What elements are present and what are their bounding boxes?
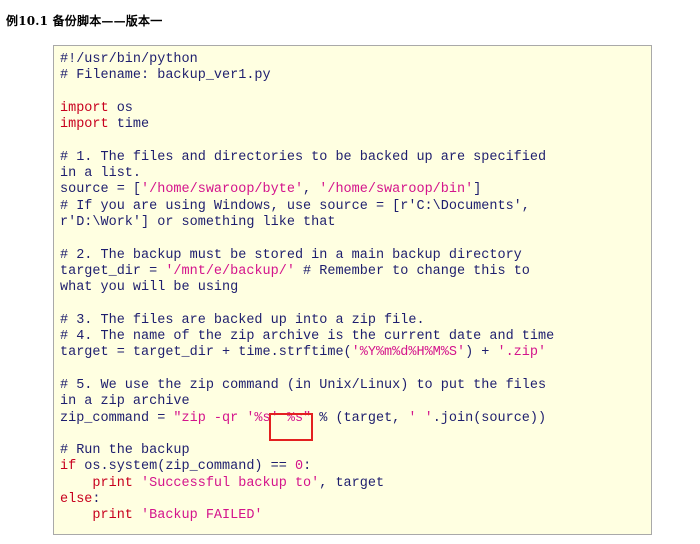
code-token: 'Backup FAILED'	[141, 508, 263, 524]
code-token: # If you are using Windows, use source =…	[60, 198, 530, 214]
code-token: ]	[473, 182, 482, 198]
code-block: #!/usr/bin/python # Filename: backup_ver1…	[53, 45, 652, 535]
code-line: in a zip archive	[60, 394, 554, 410]
code-token: os	[108, 100, 133, 116]
code-token: % (target,	[311, 410, 409, 426]
highlight-box	[269, 413, 313, 441]
code-line: target_dir = '/mnt/e/backup/' # Remember…	[60, 264, 554, 280]
code-line: print 'Backup FAILED'	[60, 508, 554, 524]
code-token: '/home/swaroop/bin'	[319, 182, 474, 198]
code-line: # 1. The files and directories to be bac…	[60, 150, 554, 166]
code-token: in a zip archive	[60, 394, 190, 410]
code-token: :	[303, 459, 312, 475]
code-line: if os.system(zip_command) == 0:	[60, 459, 554, 475]
code-listing: #!/usr/bin/python # Filename: backup_ver1…	[60, 52, 554, 525]
code-token: if	[60, 459, 77, 475]
code-line: import time	[60, 117, 554, 133]
code-line: # 2. The backup must be stored in a main…	[60, 248, 554, 264]
code-token: '/home/swaroop/byte'	[141, 182, 304, 198]
code-token: ' '	[408, 410, 433, 426]
code-line: # Run the backup	[60, 443, 554, 459]
code-token: print	[60, 475, 142, 491]
code-token: import	[60, 117, 109, 133]
code-token: target = target_dir + time.strftime(	[60, 345, 352, 361]
code-token: print	[60, 508, 142, 524]
code-token: # 2. The backup must be stored in a main…	[60, 247, 522, 263]
code-line: #!/usr/bin/python	[60, 52, 554, 68]
code-token: , target	[319, 475, 385, 491]
code-token: time	[108, 117, 150, 133]
code-line: what you will be using	[60, 280, 554, 296]
code-token: import	[60, 100, 109, 116]
code-token: # Remember to change this to	[294, 263, 530, 279]
code-line: else:	[60, 492, 554, 508]
code-line: # 4. The name of the zip archive is the …	[60, 329, 554, 345]
code-token: '/mnt/e/backup/'	[165, 263, 295, 279]
code-token: :	[92, 492, 101, 508]
code-token: what you will be using	[60, 280, 239, 296]
code-token: zip_command =	[60, 410, 174, 426]
code-token: '%Y%m%d%H%M%S'	[351, 345, 466, 361]
code-token: 'Successful backup to'	[141, 475, 320, 491]
code-token: # Filename: backup_ver1.py	[60, 68, 271, 84]
code-token: # 1. The files and directories to be bac…	[60, 149, 547, 165]
code-token: 0	[294, 459, 304, 475]
code-line: # 3. The files are backed up into a zip …	[60, 313, 554, 329]
code-token: #!/usr/bin/python	[60, 52, 198, 67]
code-token: '.zip'	[497, 345, 547, 361]
code-token: ) +	[465, 345, 498, 361]
code-token: # 3. The files are backed up into a zip …	[60, 312, 425, 328]
code-token: target_dir =	[60, 263, 166, 279]
code-token: source = [	[60, 182, 142, 198]
code-line: # 5. We use the zip command (in Unix/Lin…	[60, 378, 554, 394]
example-title: 例10.1 备份脚本——版本一	[6, 14, 163, 28]
code-token: # 4. The name of the zip archive is the …	[60, 329, 555, 345]
code-line: in a list.	[60, 166, 554, 182]
code-line: r'D:\Work'] or something like that	[60, 215, 554, 231]
code-line: # If you are using Windows, use source =…	[60, 199, 554, 215]
code-line: source = ['/home/swaroop/byte', '/home/s…	[60, 182, 554, 198]
code-line: # Filename: backup_ver1.py	[60, 68, 554, 84]
code-token: .join(source))	[432, 410, 547, 426]
code-line: import os	[60, 101, 554, 117]
code-token: else	[60, 492, 93, 508]
code-token: # Run the backup	[60, 443, 190, 459]
code-line: print 'Successful backup to', target	[60, 476, 554, 492]
code-line: target = target_dir + time.strftime('%Y%…	[60, 345, 554, 361]
code-token: ,	[303, 182, 320, 198]
code-token: in a list.	[60, 166, 142, 182]
code-token: r'D:\Work'] or something like that	[60, 214, 336, 230]
code-token: # 5. We use the zip command (in Unix/Lin…	[60, 377, 547, 393]
code-token: os.system(zip_command) ==	[76, 459, 295, 475]
